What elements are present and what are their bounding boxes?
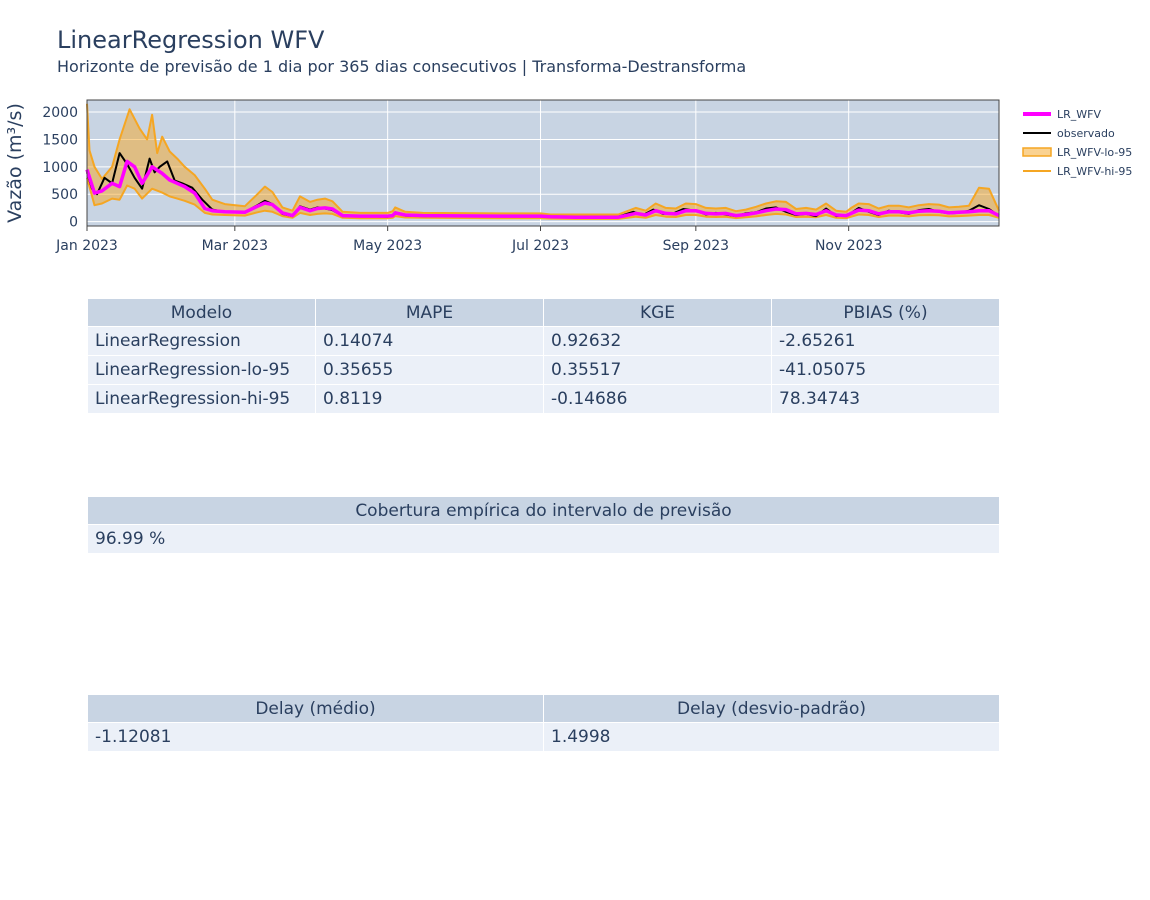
x-tick-label: Nov 2023 — [815, 238, 882, 254]
table-row: LinearRegression 0.14074 0.92632 -2.6526… — [87, 326, 1000, 356]
table-cell: 0.14074 — [315, 326, 544, 356]
y-tick-label: 1500 — [42, 132, 78, 148]
coverage-table: Cobertura empírica do intervalo de previ… — [87, 496, 1000, 554]
coverage-header-row: Cobertura empírica do intervalo de previ… — [87, 496, 1000, 525]
y-tick-label: 2000 — [42, 105, 78, 121]
table-cell: 0.92632 — [543, 326, 772, 356]
x-tick-label: Sep 2023 — [663, 238, 729, 254]
x-tick-label: Jul 2023 — [511, 238, 569, 254]
legend-label: LR_WFV-hi-95 — [1057, 165, 1132, 178]
delay-header-cell: Delay (médio) — [87, 694, 544, 723]
table-cell: -0.14686 — [543, 384, 772, 414]
table-cell: LinearRegression-lo-95 — [87, 355, 316, 385]
x-tick-label: May 2023 — [353, 238, 422, 254]
flow-chart: 0 500 1000 1500 2000 Jan 2023 Mar 2023 May 2023… — [4, 99, 1132, 254]
delay-header-row: Delay (médio) Delay (desvio-padrão) — [87, 694, 1000, 723]
coverage-value-cell: 96.99 % — [87, 524, 1000, 554]
coverage-header-cell: Cobertura empírica do intervalo de previ… — [87, 496, 1000, 525]
delay-table: Delay (médio) Delay (desvio-padrão) -1.1… — [87, 694, 1000, 752]
y-tick-label: 0 — [69, 215, 78, 231]
metrics-header-row: Modelo MAPE KGE PBIAS (%) — [87, 298, 1000, 327]
y-axis-title: Vazão (m³/s) — [4, 103, 26, 223]
metrics-header-cell: PBIAS (%) — [771, 298, 1000, 327]
y-tick-label: 1000 — [42, 160, 78, 176]
table-cell: 0.8119 — [315, 384, 544, 414]
metrics-header-cell: Modelo — [87, 298, 316, 327]
x-tick-label: Mar 2023 — [202, 238, 269, 254]
delay-value-cell: -1.12081 — [87, 722, 544, 752]
table-row: -1.12081 1.4998 — [87, 722, 1000, 752]
table-cell: -2.65261 — [771, 326, 1000, 356]
legend-label: observado — [1057, 127, 1115, 140]
delay-value-cell: 1.4998 — [543, 722, 1000, 752]
metrics-header-cell: KGE — [543, 298, 772, 327]
legend: LR_WFV observado LR_WFV-lo-95 LR_WFV-hi-95 — [1022, 108, 1132, 178]
delay-header-cell: Delay (desvio-padrão) — [543, 694, 1000, 723]
table-cell: 0.35517 — [543, 355, 772, 385]
table-row: LinearRegression-lo-95 0.35655 0.35517 -… — [87, 355, 1000, 385]
metrics-header-cell: MAPE — [315, 298, 544, 327]
table-row: 96.99 % — [87, 524, 1000, 554]
y-tick-label: 500 — [51, 187, 78, 203]
legend-swatch-lo-95 — [1022, 147, 1052, 157]
table-cell: 0.35655 — [315, 355, 544, 385]
table-cell: LinearRegression — [87, 326, 316, 356]
table-cell: -41.05075 — [771, 355, 1000, 385]
table-cell: LinearRegression-hi-95 — [87, 384, 316, 414]
metrics-table: Modelo MAPE KGE PBIAS (%) LinearRegressi… — [87, 298, 1000, 414]
legend-label: LR_WFV — [1057, 108, 1101, 121]
x-tick-label: Jan 2023 — [55, 238, 118, 254]
table-row: LinearRegression-hi-95 0.8119 -0.14686 7… — [87, 384, 1000, 414]
table-cell: 78.34743 — [771, 384, 1000, 414]
legend-label: LR_WFV-lo-95 — [1057, 146, 1132, 159]
